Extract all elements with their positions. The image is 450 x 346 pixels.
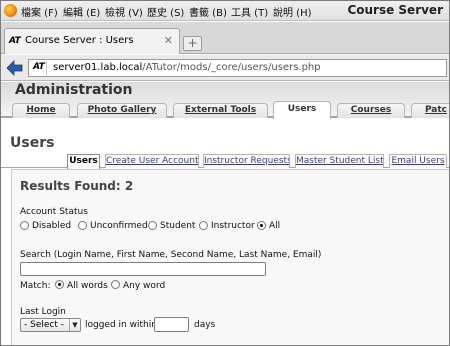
url-path: /ATutor/mods/_core/users/users.php	[142, 62, 321, 73]
tab-external-tools[interactable]: External Tools	[173, 103, 268, 118]
radio-all[interactable]	[257, 221, 266, 230]
search-label: Search (Login Name, First Name, Second N…	[20, 250, 322, 260]
tab-home[interactable]: Home	[12, 103, 70, 118]
radio-all-label: All	[269, 221, 281, 231]
subtab-master-student-list[interactable]: Master Student List	[295, 154, 384, 168]
subtab-users[interactable]: Users	[67, 154, 100, 169]
radio-any-word[interactable]	[111, 280, 120, 289]
subtab-email-users[interactable]: Email Users	[389, 154, 447, 168]
radio-any-word-label: Any word	[123, 281, 166, 291]
subtab-instructor-requests[interactable]: Instructor Requests	[203, 154, 290, 168]
radio-instructor[interactable]	[199, 221, 208, 230]
menu-bar: 檔案 (F) 編輯 (E) 檢視 (V) 歷史 (S) 書籤 (B) 工具 (T…	[1, 1, 449, 21]
menu-edit[interactable]: 編輯 (E)	[63, 4, 100, 19]
radio-all-words[interactable]	[55, 280, 64, 289]
menu-file[interactable]: 檔案 (F)	[21, 4, 58, 19]
radio-disabled-label: Disabled	[32, 221, 72, 231]
window-title: Course Server	[347, 3, 443, 17]
menu-history[interactable]: 歷史 (S)	[147, 4, 184, 19]
atutor-site-icon: AT	[33, 62, 45, 72]
search-input[interactable]	[20, 262, 266, 276]
tab-patches[interactable]: Patc	[411, 103, 449, 118]
menu-bookmarks[interactable]: 書籤 (B)	[189, 4, 227, 19]
navigation-bar: AT server01.lab.local/ATutor/mods/_core/…	[1, 55, 449, 81]
site-identity-button[interactable]: AT	[31, 61, 47, 75]
url-host: server01.lab.local	[53, 62, 143, 73]
firefox-logo-icon	[4, 4, 17, 17]
radio-student[interactable]	[148, 221, 157, 230]
admin-title: Administration	[15, 82, 133, 98]
menu-view[interactable]: 檢視 (V)	[105, 4, 143, 19]
subtab-create-user-account[interactable]: Create User Account	[105, 154, 199, 168]
radio-unconfirmed-label: Unconfirmed	[90, 221, 148, 231]
url-text[interactable]: server01.lab.local/ATutor/mods/_core/use…	[53, 62, 321, 73]
browser-tab[interactable]: AT Course Server : Users ✕	[4, 28, 180, 54]
tab-bar: AT Course Server : Users ✕ +	[1, 22, 449, 54]
menu-tools[interactable]: 工具 (T)	[231, 4, 268, 19]
days-input[interactable]	[154, 317, 189, 332]
tab-photo-gallery[interactable]: Photo Gallery	[77, 103, 167, 118]
radio-student-label: Student	[160, 221, 196, 231]
new-tab-button[interactable]: +	[183, 36, 202, 51]
filter-panel: Results Found: 2 Account Status Disabled…	[11, 169, 449, 345]
page-title: Users	[10, 135, 55, 151]
match-label: Match:	[20, 281, 51, 291]
chevron-down-icon: ▼	[69, 319, 80, 331]
back-arrow-icon[interactable]	[6, 60, 23, 76]
logged-in-within-label: logged in within:	[85, 320, 160, 330]
page-content: Administration Home Photo Gallery Extern…	[1, 82, 449, 345]
last-login-select-value: - Select -	[24, 320, 64, 330]
radio-disabled[interactable]	[20, 221, 29, 230]
last-login-label: Last Login	[20, 307, 66, 317]
account-status-label: Account Status	[20, 207, 88, 217]
menu-help[interactable]: 說明 (H)	[273, 4, 312, 19]
days-label: days	[194, 320, 216, 330]
radio-instructor-label: Instructor	[211, 221, 255, 231]
results-count: Results Found: 2	[20, 179, 134, 193]
close-icon[interactable]: ✕	[164, 34, 173, 47]
radio-all-words-label: All words	[67, 281, 108, 291]
sub-tabs: Users Create User Account Instructor Req…	[1, 154, 449, 169]
browser-window: 檔案 (F) 編輯 (E) 檢視 (V) 歷史 (S) 書籤 (B) 工具 (T…	[0, 0, 450, 346]
admin-nav-tabs: Home Photo Gallery External Tools Users …	[1, 101, 449, 119]
tab-courses[interactable]: Courses	[337, 103, 405, 118]
browser-tab-title: Course Server : Users	[25, 35, 134, 46]
tab-users[interactable]: Users	[273, 101, 331, 119]
radio-unconfirmed[interactable]	[78, 221, 87, 230]
admin-header: Administration Home Photo Gallery Extern…	[1, 82, 449, 119]
address-bar[interactable]: AT server01.lab.local/ATutor/mods/_core/…	[28, 59, 447, 77]
atutor-favicon-icon: AT	[9, 36, 21, 46]
last-login-select[interactable]: - Select - ▼	[20, 318, 81, 332]
